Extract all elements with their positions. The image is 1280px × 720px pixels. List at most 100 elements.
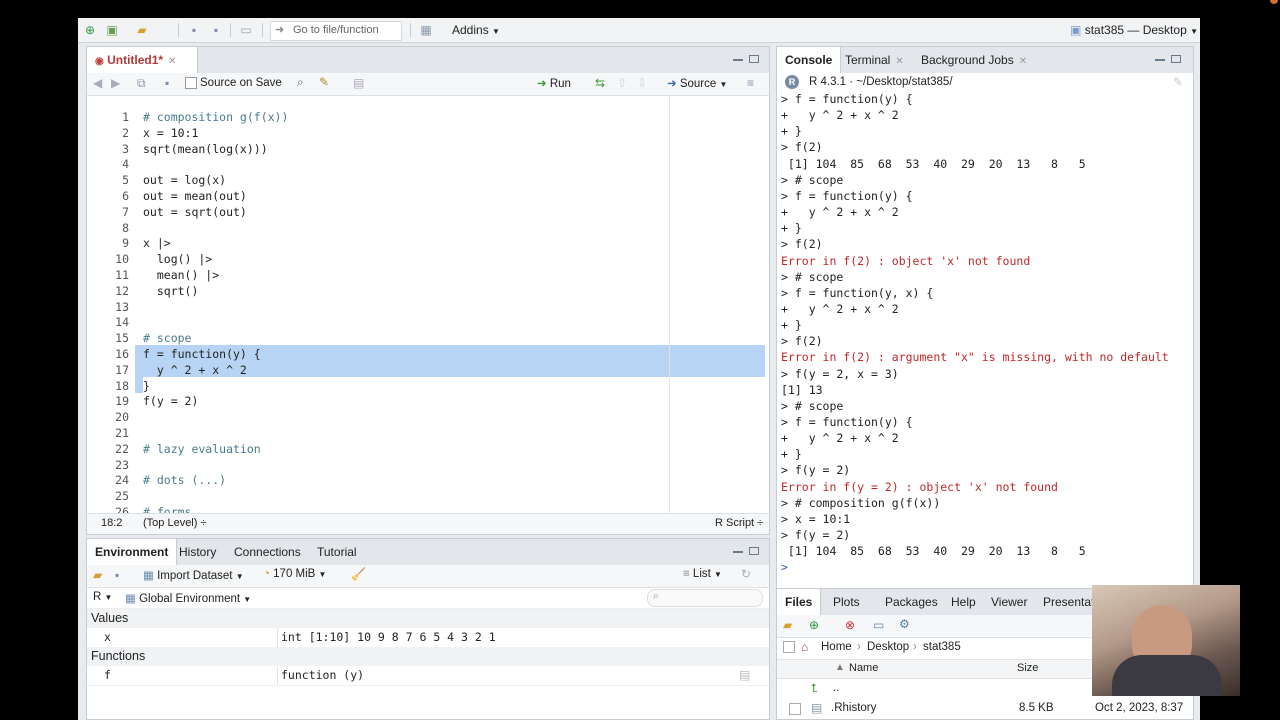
var-value: int [1:10] 10 9 8 7 6 5 4 3 2 1 (281, 630, 496, 644)
col-size[interactable]: Size (1017, 662, 1038, 674)
code-tools-icon[interactable]: ✎ (319, 75, 329, 89)
addins-menu[interactable]: Addins ▼ (452, 23, 500, 37)
close-icon[interactable]: ✕ (1019, 56, 1027, 67)
env-search-input[interactable]: ⌕ (647, 589, 763, 607)
file-row-rhistory[interactable]: ▤ .Rhistory 8.5 KB Oct 2, 2023, 8:37 (777, 699, 1193, 719)
tab-untitled1[interactable]: ◉ Untitled1* ✕ (87, 47, 198, 73)
save-icon[interactable]: ▪ (186, 22, 202, 38)
tab-packages[interactable]: Packages (877, 589, 946, 615)
clear-console-icon[interactable]: ✎ (1173, 75, 1183, 89)
code-text: f(y = 2) (143, 394, 199, 409)
tab-background-jobs[interactable]: Background Jobs ✕ (913, 47, 1035, 73)
minimize-icon[interactable] (733, 551, 743, 553)
list-view-dropdown[interactable]: ≡ List ▼ (683, 568, 722, 580)
tab-terminal[interactable]: Terminal ✕ (837, 47, 912, 73)
code-line: 9 x |> (87, 235, 769, 251)
line-number: 24 (115, 473, 129, 488)
tab-viewer[interactable]: Viewer (983, 589, 1035, 615)
open-file-icon[interactable]: ▰ (134, 22, 150, 38)
select-all-checkbox[interactable] (783, 641, 795, 653)
outline-icon[interactable]: ≡ (747, 76, 754, 90)
console-line: > f(2) (781, 140, 823, 155)
code-line: 25 (87, 488, 769, 504)
view-function-icon[interactable]: ▤ (739, 668, 750, 682)
breadcrumb-stat385[interactable]: stat385 (923, 641, 961, 653)
broom-icon[interactable]: 🧹 (351, 567, 366, 581)
rename-icon[interactable]: ▭ (873, 618, 884, 632)
save-icon[interactable]: ▪ (165, 76, 169, 90)
file-name[interactable]: .Rhistory (831, 702, 876, 714)
line-number: 1 (122, 110, 129, 124)
new-blank-file-icon[interactable]: ⊕ (809, 618, 819, 632)
rerun-icon[interactable]: ⇆ (595, 76, 605, 90)
load-workspace-icon[interactable]: ▰ (93, 568, 102, 582)
source-on-save-label: Source on Save (200, 77, 282, 89)
line-number: 17 (115, 362, 129, 377)
line-number: 4 (122, 157, 129, 172)
delete-icon[interactable]: ⊗ (845, 618, 855, 632)
down-icon[interactable]: ⇩ (637, 76, 647, 90)
code-text: # lazy evaluation (143, 441, 261, 456)
show-in-window-icon[interactable]: ⧉ (137, 76, 146, 91)
close-icon[interactable]: ✕ (895, 56, 903, 67)
close-icon[interactable]: ✕ (168, 56, 176, 67)
sort-up-icon: ▲ (835, 662, 845, 673)
env-toolbar: ▰ ▪ ▦ Import Dataset ▼ ◔ 170 MiB ▼ 🧹 ≡ L… (87, 565, 769, 588)
tab-help[interactable]: Help (943, 589, 984, 615)
file-modified: Oct 2, 2023, 8:37 (1095, 702, 1184, 714)
grid-layout-icon[interactable]: ▦ (418, 22, 434, 38)
file-type-dropdown[interactable]: R Script ÷ (715, 517, 763, 529)
run-button[interactable]: ➜ Run (537, 76, 571, 90)
global-env-dropdown[interactable]: ▦ Global Environment ▼ (125, 591, 251, 605)
more-gear-icon[interactable]: ⚙ (899, 617, 910, 631)
tab-connections[interactable]: Connections (226, 539, 309, 565)
tab-tutorial[interactable]: Tutorial (309, 539, 365, 565)
breadcrumb-desktop[interactable]: Desktop (867, 641, 909, 653)
line-number: 3 (122, 141, 129, 156)
code-text: f = function(y) { (143, 347, 261, 361)
tab-plots[interactable]: Plots (825, 589, 868, 615)
tab-history[interactable]: History (171, 539, 224, 565)
breadcrumb-home[interactable]: Home (821, 641, 852, 653)
new-file-icon[interactable]: ⊕ (82, 22, 98, 38)
console-line: > x = 10:1 (781, 511, 851, 526)
tab-console[interactable]: Console (777, 47, 842, 73)
up-icon[interactable]: ⇧ (617, 76, 627, 90)
file-checkbox[interactable] (789, 703, 801, 715)
file-icon: ▤ (811, 701, 823, 715)
compile-icon[interactable]: ▤ (353, 76, 364, 90)
env-row-x[interactable]: x int [1:10] 10 9 8 7 6 5 4 3 2 1 (87, 628, 769, 648)
save-all-icon[interactable]: ▪ (208, 22, 224, 38)
console-output[interactable]: > f = function(y) {+ y ^ 2 + x ^ 2 + } > f… (781, 91, 1191, 596)
project-menu[interactable]: ▣ stat385 — Desktop ▼ (1070, 23, 1198, 37)
code-line: 17 y ^ 2 + x ^ 2 (87, 362, 769, 378)
code-line: 8 (87, 220, 769, 236)
scope-dropdown[interactable]: (Top Level) ÷ (143, 517, 207, 529)
maximize-icon[interactable] (1171, 55, 1181, 63)
memory-usage[interactable]: ◔ 170 MiB ▼ (263, 568, 326, 580)
goto-file-input[interactable]: ➜ Go to file/function (270, 21, 402, 41)
env-row-f[interactable]: f function (y) ▤ (87, 666, 769, 686)
import-dataset-button[interactable]: ▦ Import Dataset ▼ (143, 568, 244, 582)
forward-arrow-icon[interactable]: ▶ (111, 76, 120, 90)
language-dropdown[interactable]: R ▼ (93, 591, 112, 603)
line-number: 2 (122, 125, 129, 140)
back-arrow-icon[interactable]: ◀ (93, 76, 102, 90)
functions-header-label: Functions (91, 649, 146, 663)
new-project-icon[interactable]: ▣ (104, 22, 120, 38)
save-workspace-icon[interactable]: ▪ (115, 568, 119, 582)
col-name[interactable]: Name (849, 662, 878, 674)
new-folder-icon[interactable]: ▰ (783, 618, 792, 632)
print-icon[interactable]: ▭ (238, 22, 254, 38)
tab-environment[interactable]: Environment (87, 539, 178, 565)
minimize-icon[interactable] (733, 59, 743, 61)
maximize-icon[interactable] (749, 547, 759, 555)
maximize-icon[interactable] (749, 55, 759, 63)
minimize-icon[interactable] (1155, 59, 1165, 61)
search-icon[interactable]: ⌕ (297, 75, 304, 90)
source-on-save-checkbox[interactable] (185, 77, 197, 89)
refresh-icon[interactable]: ↻ (741, 567, 751, 581)
tab-files[interactable]: Files (777, 589, 822, 615)
source-button[interactable]: ➜ Source ▼ (667, 76, 727, 90)
editor-toolbar: ◀ ▶ ⧉ ▪ Source on Save ⌕ ✎ ▤ ➜ Run ⇆ ⇧ ⇩… (87, 73, 769, 96)
